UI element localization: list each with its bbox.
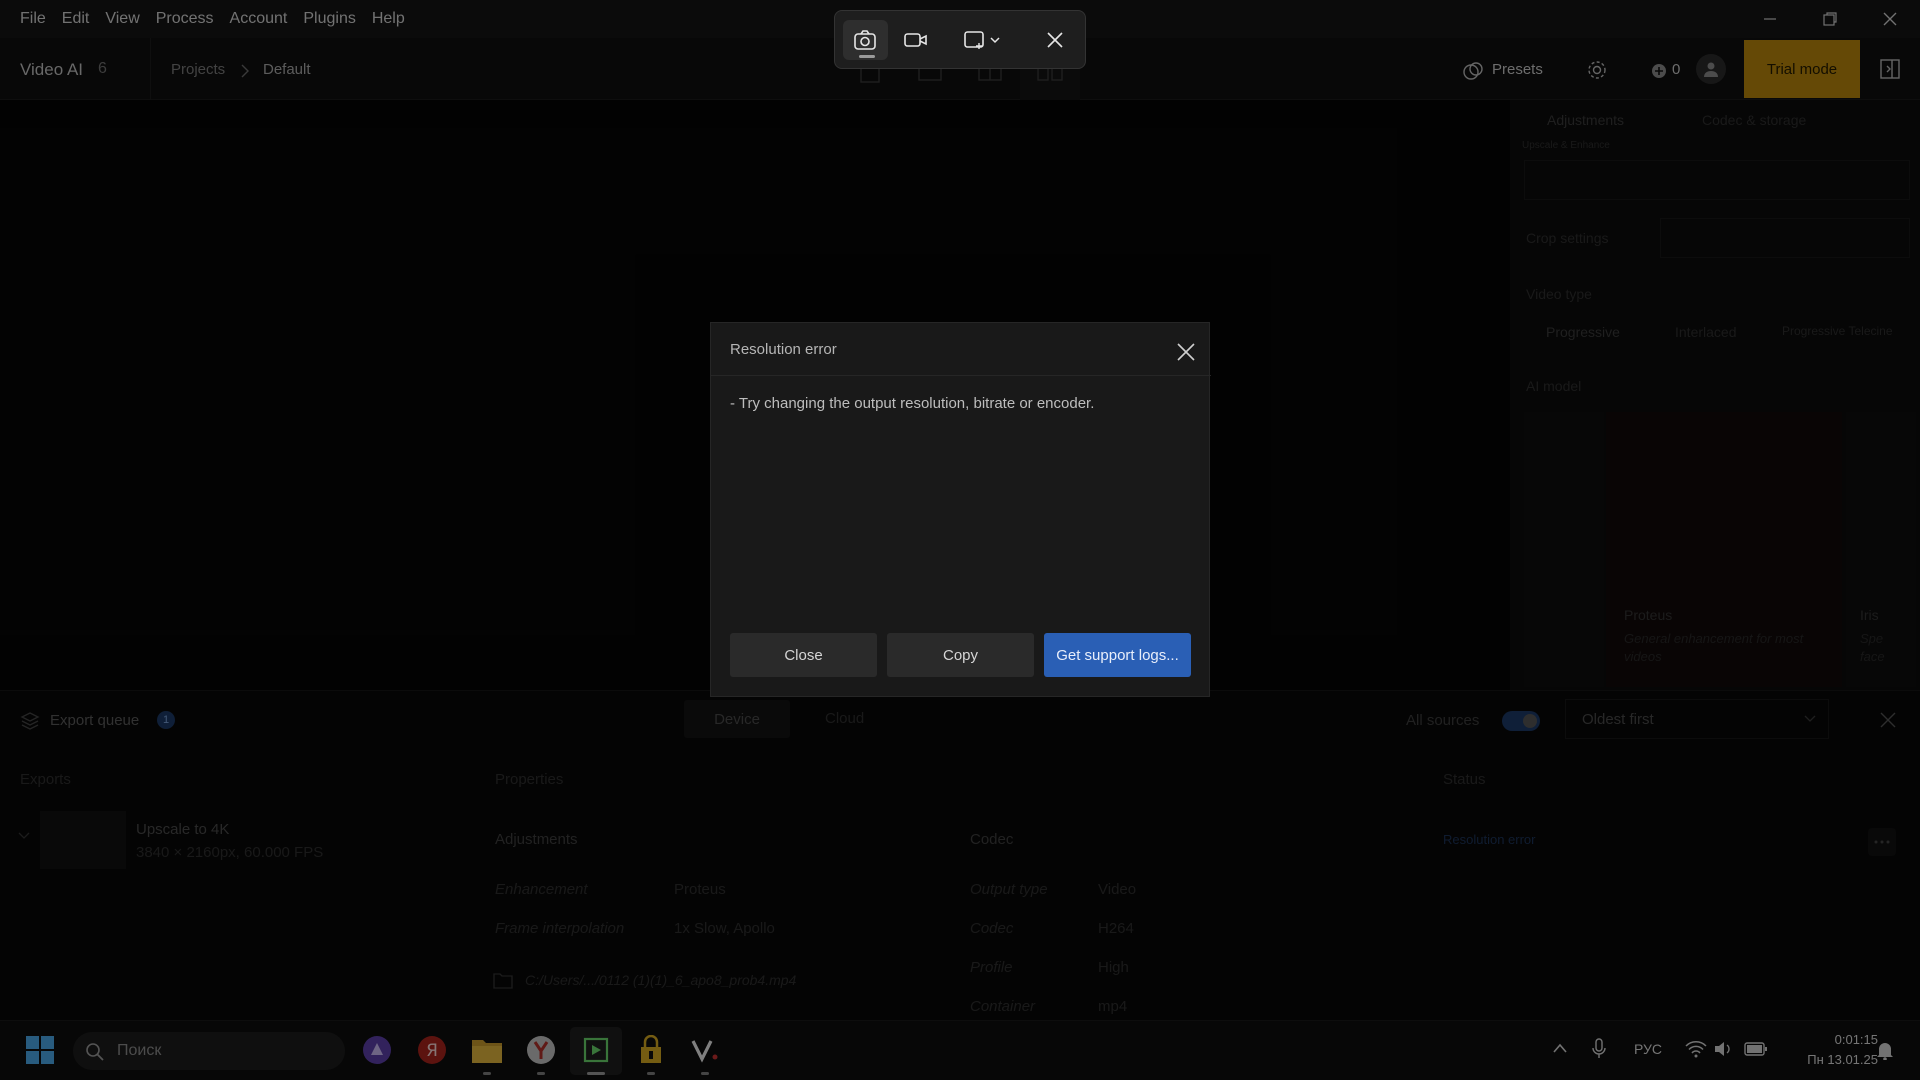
dialog-message: - Try changing the output resolution, bi… [730,395,1095,412]
snipping-toolbar [834,10,1086,69]
screenshot-mode-button[interactable] [843,19,888,60]
rectangle-select-icon [964,30,1000,49]
dialog-title: Resolution error [730,341,837,358]
close-icon [1177,343,1195,361]
capture-area-dropdown[interactable] [953,20,1015,60]
dialog-close-button[interactable] [1171,337,1201,367]
video-mode-button[interactable] [894,20,939,60]
capture-close-button[interactable] [1032,20,1077,60]
resolution-error-dialog: Resolution error - Try changing the outp… [710,322,1211,697]
copy-button[interactable]: Copy [887,633,1034,677]
close-icon [1047,31,1063,48]
video-camera-icon [904,32,927,47]
camera-icon [854,29,877,50]
get-support-logs-button[interactable]: Get support logs... [1044,633,1191,677]
dialog-divider [711,375,1211,376]
close-button[interactable]: Close [730,633,877,677]
